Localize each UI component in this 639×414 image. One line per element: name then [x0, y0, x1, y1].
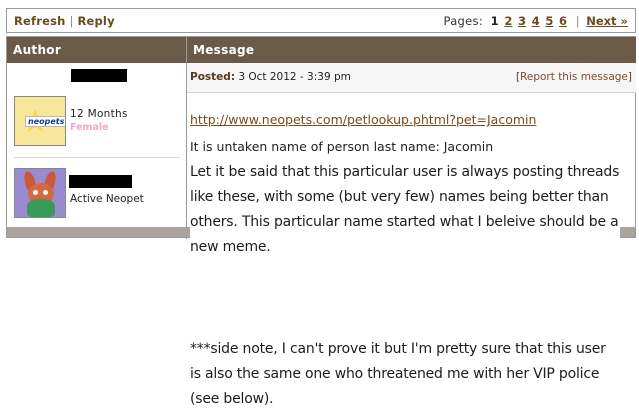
pet-body-icon	[27, 199, 55, 217]
author-column-header: Author	[7, 37, 186, 63]
gender-label: Female	[70, 122, 109, 133]
author-panel: ★ neopets 12 Months Female Active Neopet	[7, 63, 186, 227]
message-line: It is untaken name of person last name: …	[190, 139, 494, 154]
page-2-link[interactable]: 2	[504, 14, 512, 28]
page-5-link[interactable]: 5	[545, 14, 553, 28]
report-bracket-close: ]	[627, 71, 632, 83]
page-1-current: 1	[490, 14, 499, 28]
next-page-link[interactable]: Next »	[586, 14, 628, 28]
report-wrapper: [Report this message]	[516, 71, 632, 83]
posted-label: Posted:	[190, 71, 236, 83]
pagination: Pages: 1 2 3 4 5 6 | Next »	[443, 14, 628, 28]
page-4-link[interactable]: 4	[532, 14, 540, 28]
active-pet-image[interactable]	[14, 168, 66, 218]
message-paragraph-1: Let it be said that this particular user…	[190, 160, 620, 260]
toolbar-separator: |	[69, 14, 74, 28]
pagination-separator: |	[575, 14, 580, 28]
neopets-logo-icon: neopets	[25, 116, 65, 127]
pet-eye-icon	[33, 190, 38, 195]
account-age: 12 Months	[70, 108, 128, 120]
thread-toolbar: Refresh | Reply Pages: 1 2 3 4 5 6 | Next …	[6, 8, 636, 33]
author-info: 12 Months Female	[70, 108, 128, 133]
refresh-link[interactable]: Refresh	[14, 14, 66, 28]
active-pet-label: Active Neopet	[70, 193, 144, 205]
reply-link[interactable]: Reply	[77, 14, 114, 28]
redacted-username	[71, 69, 127, 82]
pet-eye-icon	[43, 190, 48, 195]
report-message-link[interactable]: Report this message	[520, 71, 628, 83]
posted-date: 3 Oct 2012 - 3:39 pm	[238, 71, 351, 83]
message-column-header: Message	[187, 37, 636, 63]
page-3-link[interactable]: 3	[518, 14, 526, 28]
thread-actions: Refresh | Reply	[14, 14, 115, 28]
user-avatar[interactable]: ★ neopets	[14, 96, 66, 146]
pages-label: Pages:	[443, 14, 483, 28]
petlookup-link[interactable]: http://www.neopets.com/petlookup.phtml?p…	[190, 112, 536, 127]
post-meta-bar: Posted: 3 Oct 2012 - 3:39 pm [Report thi…	[187, 63, 636, 93]
page-6-link[interactable]: 6	[559, 14, 567, 28]
author-divider	[14, 157, 180, 158]
redacted-pet-name	[69, 175, 132, 188]
message-paragraph-2: ***side note, I can't prove it but I'm p…	[190, 337, 620, 412]
